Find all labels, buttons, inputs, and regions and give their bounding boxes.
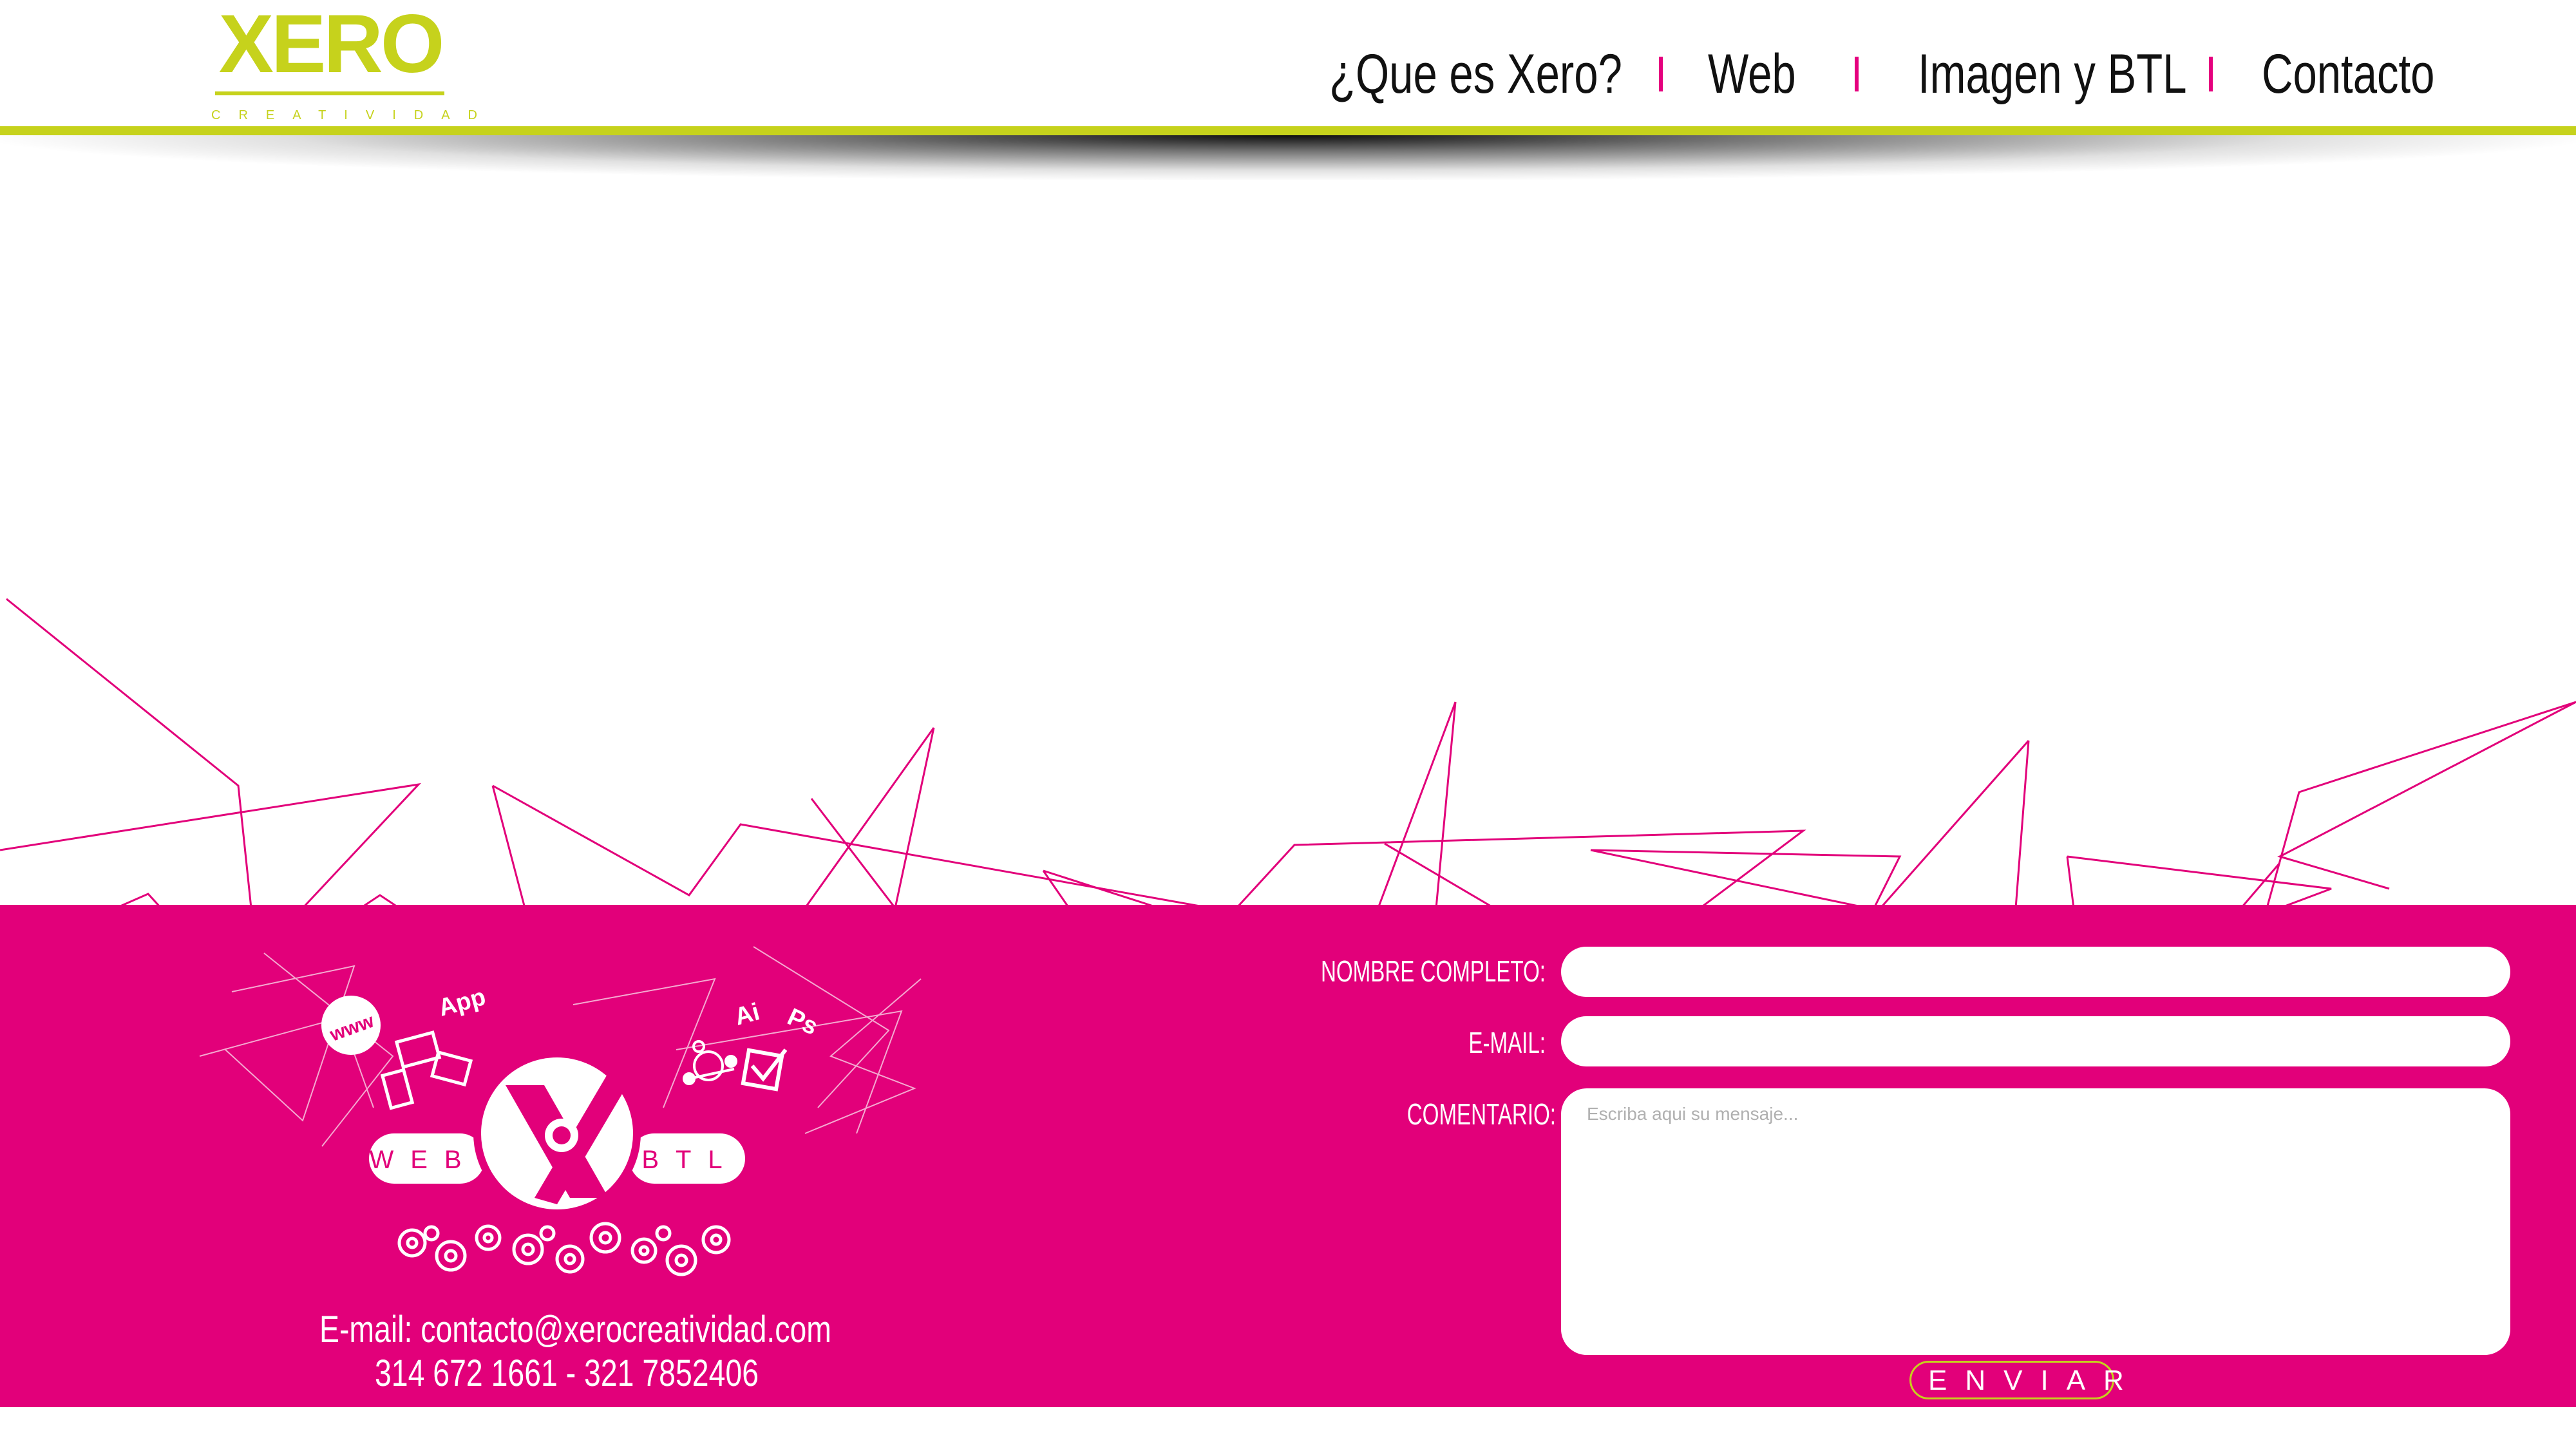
contact-email[interactable]: E-mail: contacto@xerocreatividad.com xyxy=(319,1307,831,1352)
globe-icon: www xyxy=(321,996,381,1055)
header-shadow xyxy=(0,135,2576,180)
nav-separator xyxy=(1855,57,1859,91)
contact-phone: 314 672 1661 - 321 7852406 xyxy=(374,1352,759,1394)
ai-label: Ai xyxy=(732,998,762,1030)
name-label: NOMBRE COMPLETO: xyxy=(1320,954,1546,988)
comment-textarea[interactable] xyxy=(1561,1088,2510,1355)
logo-rule xyxy=(215,91,444,95)
nav-que-es-xero[interactable]: ¿Que es Xero? xyxy=(1329,32,1622,116)
page-bottom-strip xyxy=(0,1407,2576,1449)
btl-pill-label: BTL xyxy=(641,1146,739,1174)
comment-label: COMENTARIO: xyxy=(1406,1097,1556,1131)
nav-contacto[interactable]: Contacto xyxy=(2262,32,2434,116)
ps-label: Ps xyxy=(783,1003,822,1041)
email-field[interactable] xyxy=(1561,1016,2510,1066)
email-label: E-MAIL: xyxy=(1468,1026,1546,1059)
web-pill-label: WEB xyxy=(369,1146,478,1174)
nav-web[interactable]: Web xyxy=(1708,32,1796,116)
xero-x-icon xyxy=(473,1050,641,1217)
logo-wordmark: XERO xyxy=(218,0,445,90)
app-label: App xyxy=(435,983,488,1022)
nav-imagen-btl[interactable]: Imagen y BTL xyxy=(1918,32,2187,116)
site-header: XERO CREATIVIDAD ¿Que es Xero? Web Image… xyxy=(0,0,2576,129)
gears-icon xyxy=(397,1222,731,1276)
logo-tagline: CREATIVIDAD xyxy=(211,108,495,122)
checkbox-icon xyxy=(741,1048,788,1092)
decorative-lines xyxy=(0,598,2576,908)
nav-separator xyxy=(1659,57,1663,91)
network-icon xyxy=(683,1040,737,1085)
name-field[interactable] xyxy=(1561,947,2510,997)
send-button[interactable]: ENVIAR xyxy=(1909,1361,2124,1399)
devices-icon xyxy=(380,1030,473,1110)
nav-separator xyxy=(2209,57,2213,91)
xero-services-emblem: www App Ai Ps WEB BTL xyxy=(199,946,922,1276)
xero-logo[interactable]: XERO CREATIVIDAD xyxy=(211,0,495,123)
header-green-rule xyxy=(0,126,2576,135)
